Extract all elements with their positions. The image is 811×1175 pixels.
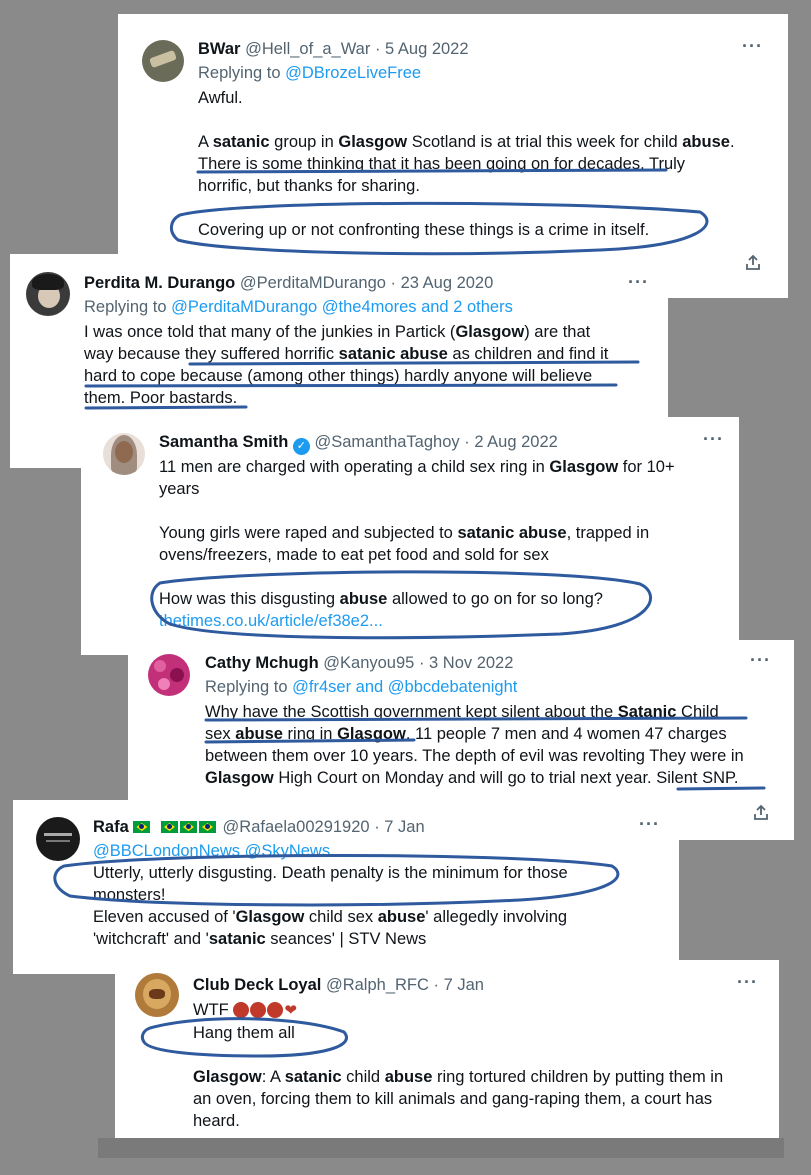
avatar[interactable] bbox=[26, 272, 70, 316]
brazil-flag-icon bbox=[160, 821, 178, 833]
avatar[interactable] bbox=[142, 40, 184, 82]
brazil-flag-icon bbox=[198, 821, 216, 833]
angry-face-icon bbox=[267, 1002, 284, 1018]
tweet-text: WTF ❤ Hang them all Glasgow: A satanic c… bbox=[193, 1001, 724, 1130]
replying-to: Replying to @DBrozeLiveFree bbox=[198, 64, 422, 82]
mention-link[interactable]: @PerditaMDurango @the4mores and 2 others bbox=[171, 298, 513, 316]
share-icon[interactable] bbox=[744, 254, 762, 277]
angry-face-icon bbox=[233, 1002, 250, 1018]
display-name[interactable]: Cathy Mchugh bbox=[205, 654, 319, 672]
display-name[interactable]: Rafa bbox=[93, 818, 129, 836]
handle[interactable]: @Rafaela00291920 bbox=[223, 818, 370, 836]
mention-link[interactable]: @fr4ser and @bbcdebatenight bbox=[292, 678, 517, 696]
handle[interactable]: @PerditaMDurango bbox=[240, 274, 386, 292]
brazil-flag-icon bbox=[133, 821, 151, 833]
avatar[interactable] bbox=[36, 817, 80, 861]
replying-to: Replying to @fr4ser and @bbcdebatenight bbox=[205, 678, 518, 696]
tweet-card-samantha[interactable]: Samantha Smith ✓ @SamanthaTaghoy · 2 Aug… bbox=[81, 417, 739, 655]
tweet-card-rafa[interactable]: Rafa @Rafaela00291920 · 7 Jan ··· @BBCLo… bbox=[13, 800, 679, 974]
tweet-text: I was once told that many of the junkies… bbox=[84, 323, 609, 407]
display-name[interactable]: BWar bbox=[198, 40, 240, 58]
tweet-card-clubdeck[interactable]: Club Deck Loyal @Ralph_RFC · 7 Jan ··· W… bbox=[115, 960, 779, 1138]
tweet-text: 11 men are charged with operating a chil… bbox=[159, 456, 719, 632]
more-options-icon[interactable]: ··· bbox=[750, 650, 771, 671]
tweet-header: Club Deck Loyal @Ralph_RFC · 7 Jan bbox=[193, 976, 484, 995]
angry-face-icon bbox=[250, 1002, 267, 1018]
more-options-icon[interactable]: ··· bbox=[742, 36, 763, 57]
display-name[interactable]: Samantha Smith bbox=[159, 433, 288, 451]
brazil-flag-icon bbox=[179, 821, 197, 833]
avatar[interactable] bbox=[103, 433, 145, 475]
tweet-header: Cathy Mchugh @Kanyou95 · 3 Nov 2022 bbox=[205, 654, 513, 673]
mention-link[interactable]: @DBrozeLiveFree bbox=[285, 64, 421, 82]
more-options-icon[interactable]: ··· bbox=[737, 972, 758, 993]
tweet-header: Rafa @Rafaela00291920 · 7 Jan bbox=[93, 818, 425, 837]
tweet-text: Why have the Scottish government kept si… bbox=[205, 703, 744, 787]
handle[interactable]: @Hell_of_a_War bbox=[245, 40, 370, 58]
more-options-icon[interactable]: ··· bbox=[703, 429, 724, 450]
avatar[interactable] bbox=[148, 654, 190, 696]
replying-to: @BBCLondonNews @SkyNews bbox=[93, 842, 330, 861]
share-icon[interactable] bbox=[752, 804, 770, 827]
broken-heart-icon: ❤ bbox=[284, 1002, 297, 1019]
tweet-date[interactable]: · 2 Aug 2022 bbox=[464, 433, 558, 451]
article-link[interactable]: thetimes.co.uk/article/ef38e2... bbox=[159, 610, 719, 632]
tweet-date[interactable]: · 5 Aug 2022 bbox=[375, 40, 469, 58]
display-name[interactable]: Club Deck Loyal bbox=[193, 976, 321, 994]
mention-link[interactable]: @BBCLondonNews @SkyNews bbox=[93, 842, 330, 860]
tweet-text: Utterly, utterly disgusting. Death penal… bbox=[93, 864, 568, 948]
display-name[interactable]: Perdita M. Durango bbox=[84, 274, 235, 292]
tweet-header: Samantha Smith ✓ @SamanthaTaghoy · 2 Aug… bbox=[159, 433, 558, 455]
tweet-date[interactable]: · 3 Nov 2022 bbox=[419, 654, 513, 672]
verified-badge-icon: ✓ bbox=[292, 438, 310, 455]
replying-to: Replying to @PerditaMDurango @the4mores … bbox=[84, 298, 513, 316]
more-options-icon[interactable]: ··· bbox=[628, 272, 649, 293]
tweet-text: Awful. A satanic group in Glasgow Scotla… bbox=[198, 89, 735, 239]
avatar[interactable] bbox=[135, 973, 179, 1017]
more-options-icon[interactable]: ··· bbox=[639, 814, 660, 835]
tweet-date[interactable]: · 7 Jan bbox=[434, 976, 484, 994]
tweet-header: BWar @Hell_of_a_War · 5 Aug 2022 bbox=[198, 40, 469, 59]
tweet-date[interactable]: · 7 Jan bbox=[374, 818, 424, 836]
handle[interactable]: @SamanthaTaghoy bbox=[314, 433, 459, 451]
handle[interactable]: @Kanyou95 bbox=[323, 654, 414, 672]
handle[interactable]: @Ralph_RFC bbox=[326, 976, 429, 994]
tweet-date[interactable]: · 23 Aug 2020 bbox=[391, 274, 494, 292]
tweet-header: Perdita M. Durango @PerditaMDurango · 23… bbox=[84, 274, 493, 293]
bottom-shadow bbox=[98, 1138, 784, 1158]
